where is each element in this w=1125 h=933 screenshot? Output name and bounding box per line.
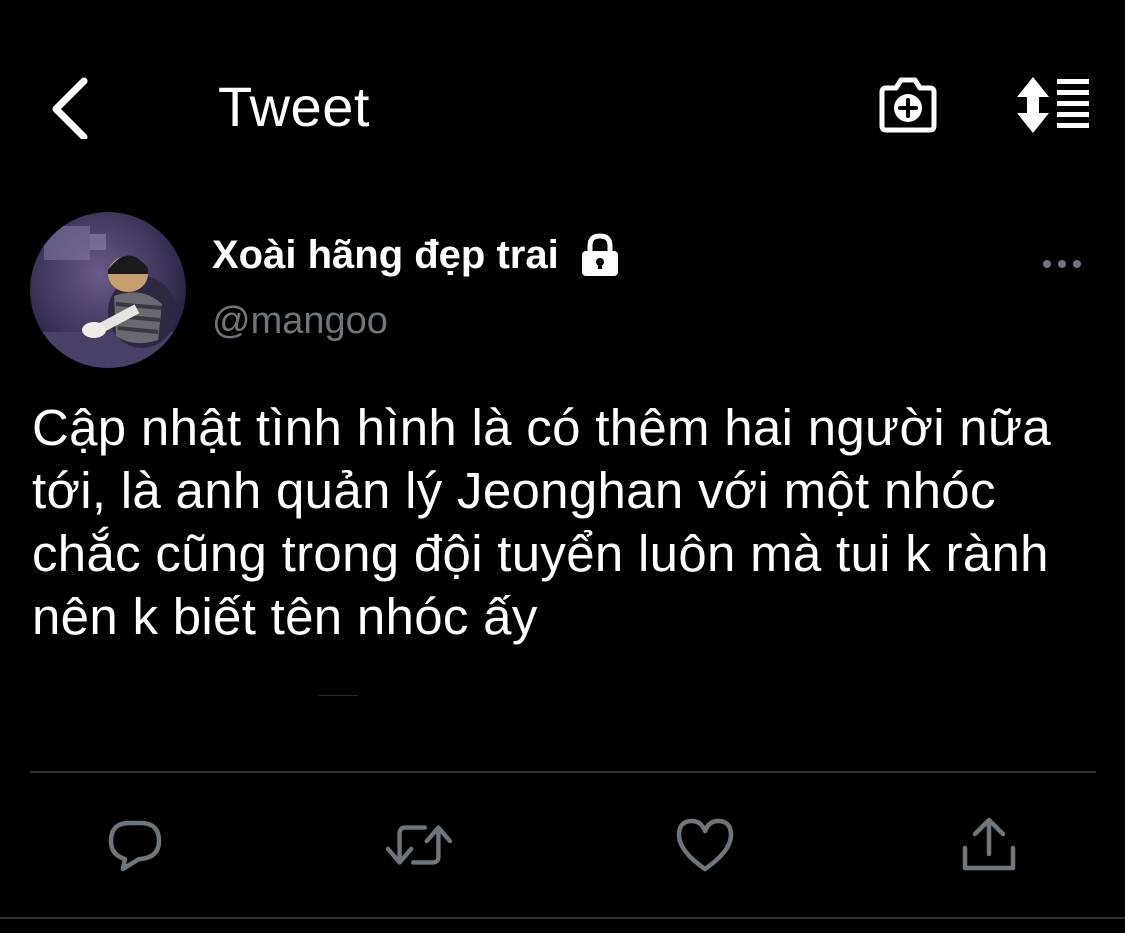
lock-icon bbox=[581, 233, 618, 276]
reply-icon bbox=[108, 820, 162, 872]
page-title: Tweet bbox=[218, 75, 370, 138]
camera-button[interactable] bbox=[872, 70, 944, 140]
avatar-image bbox=[30, 212, 186, 368]
reply-button[interactable] bbox=[102, 814, 168, 876]
timestamp-overflow bbox=[32, 688, 452, 696]
more-dots-icon bbox=[1043, 260, 1081, 268]
author-handle[interactable]: @mangoo bbox=[212, 300, 388, 343]
more-options-button[interactable] bbox=[1030, 246, 1094, 282]
share-icon bbox=[962, 817, 1016, 871]
chevron-left-icon bbox=[52, 77, 88, 139]
author-display-name[interactable]: Xoài hãng đẹp trai bbox=[212, 233, 559, 278]
retweet-icon bbox=[386, 825, 452, 865]
sort-list-icon bbox=[1017, 77, 1089, 133]
camera-plus-icon bbox=[879, 77, 937, 133]
divider bbox=[30, 771, 1096, 773]
divider-bottom bbox=[0, 917, 1125, 919]
tweet-text: Cập nhật tình hình là có thêm hai người … bbox=[32, 399, 1052, 645]
author-name-row: Xoài hãng đẹp trai bbox=[212, 232, 623, 278]
top-bar: Tweet bbox=[0, 0, 1125, 210]
retweet-button[interactable] bbox=[386, 814, 452, 876]
back-button[interactable] bbox=[40, 72, 100, 142]
share-button[interactable] bbox=[956, 814, 1022, 876]
sort-button[interactable] bbox=[1010, 70, 1096, 140]
heart-icon bbox=[676, 818, 734, 872]
avatar[interactable] bbox=[30, 212, 186, 368]
like-button[interactable] bbox=[672, 814, 738, 876]
